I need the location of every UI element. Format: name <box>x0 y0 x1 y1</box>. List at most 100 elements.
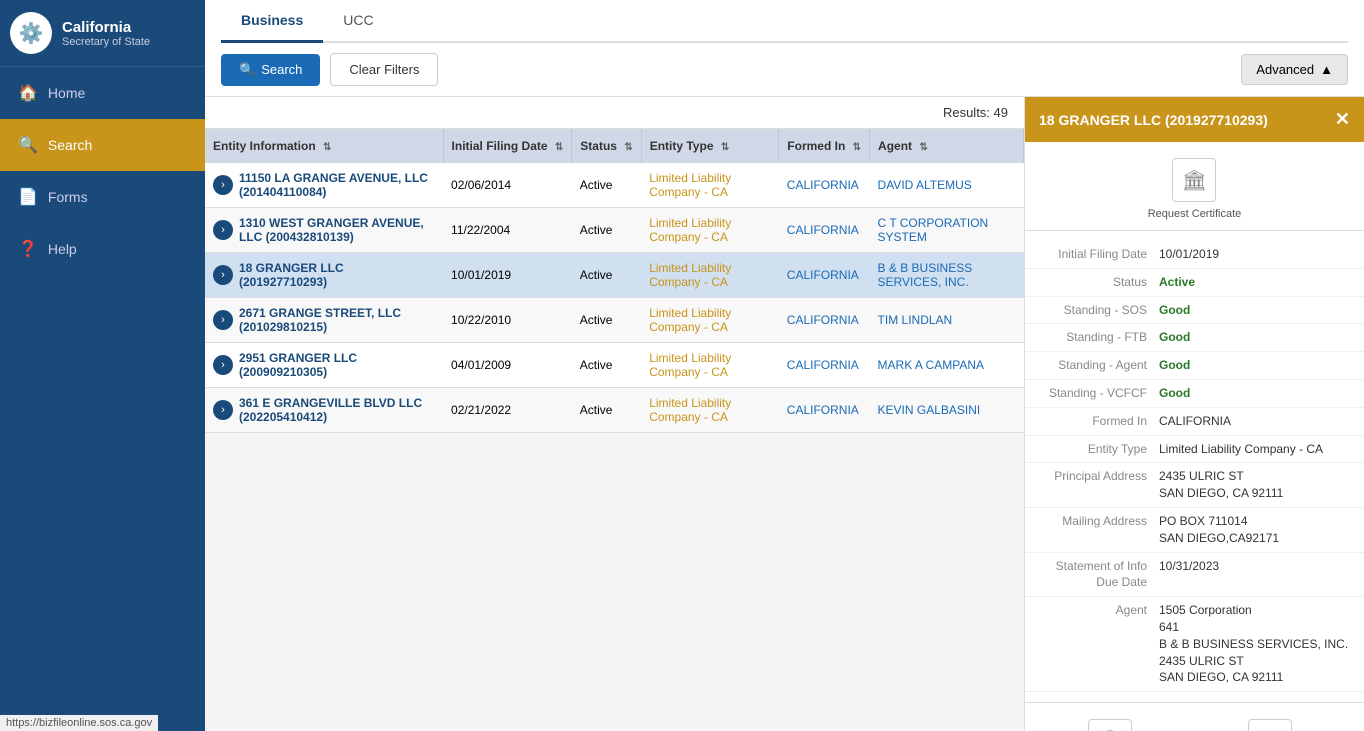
table-row[interactable]: › 361 E GRANGEVILLE BLVD LLC (2022054104… <box>205 388 1024 433</box>
agent-cell: KEVIN GALBASINI <box>870 388 1024 433</box>
row-expand-arrow[interactable]: › <box>213 355 233 375</box>
entity-type-cell: Limited Liability Company - CA <box>641 298 779 343</box>
detail-field-row: Standing - VCFCFGood <box>1025 380 1364 408</box>
detail-close-button[interactable]: ✕ <box>1335 109 1350 130</box>
clear-filters-button[interactable]: Clear Filters <box>330 53 438 86</box>
main-content: Business UCC 🔍 Search Clear Filters Adva… <box>205 0 1364 731</box>
detail-field-label: Principal Address <box>1039 468 1159 502</box>
detail-field-value: Active <box>1159 274 1350 291</box>
advanced-button-label: Advanced <box>1256 62 1314 77</box>
filing-date-cell: 04/01/2009 <box>443 343 572 388</box>
request-access-button[interactable]: 👥 Request Access <box>1230 719 1309 731</box>
formed-in-cell: CALIFORNIA <box>779 388 870 433</box>
search-bar-row: 🔍 Search Clear Filters Advanced ▲ <box>221 43 1348 96</box>
detail-field-row: Mailing AddressPO BOX 711014 SAN DIEGO,C… <box>1025 508 1364 553</box>
filing-date-cell: 02/06/2014 <box>443 163 572 208</box>
tab-business[interactable]: Business <box>221 0 323 43</box>
sidebar-item-forms[interactable]: 📄 Forms <box>0 171 205 223</box>
agent-cell: C T CORPORATION SYSTEM <box>870 208 1024 253</box>
entity-type-cell: Limited Liability Company - CA <box>641 163 779 208</box>
table-row[interactable]: › 1310 WEST GRANGER AVENUE, LLC (2004328… <box>205 208 1024 253</box>
sidebar-item-search[interactable]: 🔍 Search <box>0 119 205 171</box>
status-cell: Active <box>572 253 641 298</box>
sidebar-item-help[interactable]: ❓ Help <box>0 223 205 275</box>
row-expand-arrow[interactable]: › <box>213 220 233 240</box>
entity-name[interactable]: 2671 GRANGE STREET, LLC (201029810215) <box>239 306 435 334</box>
view-history-button[interactable]: 🕐 View History <box>1080 719 1141 731</box>
advanced-button[interactable]: Advanced ▲ <box>1241 54 1348 85</box>
sort-icon[interactable]: ⇅ <box>624 142 632 153</box>
table-row[interactable]: › 2671 GRANGE STREET, LLC (201029810215)… <box>205 298 1024 343</box>
detail-title: 18 GRANGER LLC (201927710293) <box>1039 112 1268 128</box>
formed-in-cell: CALIFORNIA <box>779 208 870 253</box>
table-row[interactable]: › 18 GRANGER LLC (201927710293) 10/01/20… <box>205 253 1024 298</box>
detail-field-row: Entity TypeLimited Liability Company - C… <box>1025 436 1364 464</box>
col-filing-date: Initial Filing Date ⇅ <box>443 129 572 163</box>
search-btn-icon: 🔍 <box>239 62 255 78</box>
entity-name[interactable]: 1310 WEST GRANGER AVENUE, LLC (200432810… <box>239 216 435 244</box>
forms-icon: 📄 <box>18 187 38 207</box>
chevron-up-icon: ▲ <box>1320 62 1333 77</box>
detail-field-value: Good <box>1159 385 1350 402</box>
detail-field-row: Formed InCALIFORNIA <box>1025 408 1364 436</box>
detail-field-label: Standing - VCFCF <box>1039 385 1159 402</box>
results-table: Entity Information ⇅ Initial Filing Date… <box>205 129 1024 433</box>
history-icon: 🕐 <box>1088 719 1132 731</box>
sort-icon[interactable]: ⇅ <box>919 142 927 153</box>
sidebar-header: ⚙️ California Secretary of State <box>0 0 205 67</box>
entity-name[interactable]: 18 GRANGER LLC (201927710293) <box>239 261 435 289</box>
tab-bar: Business UCC <box>221 0 1348 43</box>
sort-icon[interactable]: ⇅ <box>555 142 563 153</box>
detail-field-row: Initial Filing Date10/01/2019 <box>1025 241 1364 269</box>
entity-name[interactable]: 11150 LA GRANGE AVENUE, LLC (20140411008… <box>239 171 435 199</box>
detail-field-label: Formed In <box>1039 413 1159 430</box>
filing-date-cell: 11/22/2004 <box>443 208 572 253</box>
access-icon: 👥 <box>1248 719 1292 731</box>
detail-field-row: Agent1505 Corporation 641 B & B BUSINESS… <box>1025 597 1364 692</box>
entity-cell: › 11150 LA GRANGE AVENUE, LLC (201404110… <box>205 163 443 208</box>
app-subtitle: Secretary of State <box>62 36 150 48</box>
sort-icon[interactable]: ⇅ <box>323 142 331 153</box>
sidebar-title: California Secretary of State <box>62 19 150 48</box>
certificate-icon: 🏛 <box>1172 158 1216 202</box>
col-entity-info: Entity Information ⇅ <box>205 129 443 163</box>
table-header-row: Entity Information ⇅ Initial Filing Date… <box>205 129 1024 163</box>
entity-name[interactable]: 361 E GRANGEVILLE BLVD LLC (202205410412… <box>239 396 435 424</box>
search-button[interactable]: 🔍 Search <box>221 54 320 86</box>
detail-field-row: Principal Address2435 ULRIC ST SAN DIEGO… <box>1025 463 1364 508</box>
detail-field-value: PO BOX 711014 SAN DIEGO,CA92171 <box>1159 513 1350 547</box>
request-certificate-label: Request Certificate <box>1148 208 1242 220</box>
sort-icon[interactable]: ⇅ <box>853 142 861 153</box>
table-row[interactable]: › 2951 GRANGER LLC (200909210305) 04/01/… <box>205 343 1024 388</box>
request-certificate-button[interactable]: 🏛 Request Certificate <box>1148 158 1242 220</box>
entity-cell: › 2671 GRANGE STREET, LLC (201029810215) <box>205 298 443 343</box>
content-area: Results: 49 Entity Information ⇅ Initial… <box>205 97 1364 731</box>
detail-field-label: Standing - FTB <box>1039 329 1159 346</box>
table-row[interactable]: › 11150 LA GRANGE AVENUE, LLC (201404110… <box>205 163 1024 208</box>
sidebar-item-home[interactable]: 🏠 Home <box>0 67 205 119</box>
sidebar-item-search-label: Search <box>48 137 92 153</box>
detail-field-value: 10/01/2019 <box>1159 246 1350 263</box>
home-icon: 🏠 <box>18 83 38 103</box>
sort-icon[interactable]: ⇅ <box>721 142 729 153</box>
row-expand-arrow[interactable]: › <box>213 310 233 330</box>
agent-cell: DAVID ALTEMUS <box>870 163 1024 208</box>
entity-cell: › 2951 GRANGER LLC (200909210305) <box>205 343 443 388</box>
formed-in-cell: CALIFORNIA <box>779 253 870 298</box>
state-seal-icon: ⚙️ <box>10 12 52 54</box>
entity-name[interactable]: 2951 GRANGER LLC (200909210305) <box>239 351 435 379</box>
sidebar-item-help-label: Help <box>48 241 77 257</box>
app-name: California <box>62 19 150 36</box>
detail-field-label: Status <box>1039 274 1159 291</box>
row-expand-arrow[interactable]: › <box>213 400 233 420</box>
row-expand-arrow[interactable]: › <box>213 175 233 195</box>
detail-field-row: Standing - SOSGood <box>1025 297 1364 325</box>
sidebar-item-home-label: Home <box>48 85 85 101</box>
sidebar-item-forms-label: Forms <box>48 189 88 205</box>
url-bar: https://bizfileonline.sos.ca.gov <box>0 715 158 731</box>
tab-ucc[interactable]: UCC <box>323 0 393 43</box>
row-expand-arrow[interactable]: › <box>213 265 233 285</box>
detail-panel: 18 GRANGER LLC (201927710293) ✕ 🏛 Reques… <box>1024 97 1364 731</box>
detail-field-value: 2435 ULRIC ST SAN DIEGO, CA 92111 <box>1159 468 1350 502</box>
detail-field-label: Statement of Info Due Date <box>1039 558 1159 592</box>
